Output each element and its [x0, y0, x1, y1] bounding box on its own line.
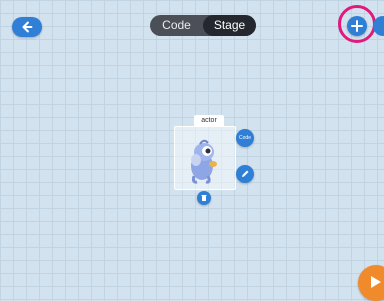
trash-icon	[201, 195, 207, 201]
back-arrow-icon	[22, 21, 33, 33]
pencil-icon	[242, 170, 249, 177]
tab-stage[interactable]: Stage	[203, 15, 256, 36]
actor-code-button[interactable]: Code	[236, 129, 254, 147]
view-switcher: Code Stage	[150, 15, 256, 36]
actor-edit-button[interactable]	[236, 165, 254, 183]
top-bar: Code Stage	[0, 0, 384, 52]
back-button[interactable]	[12, 17, 42, 37]
highlight-ring	[338, 5, 376, 43]
actor-delete-button[interactable]	[197, 191, 211, 205]
play-icon	[371, 276, 381, 288]
tab-code[interactable]: Code	[150, 15, 203, 36]
more-button[interactable]	[373, 16, 384, 36]
play-button[interactable]	[358, 265, 384, 301]
actor-character[interactable]	[180, 136, 224, 186]
